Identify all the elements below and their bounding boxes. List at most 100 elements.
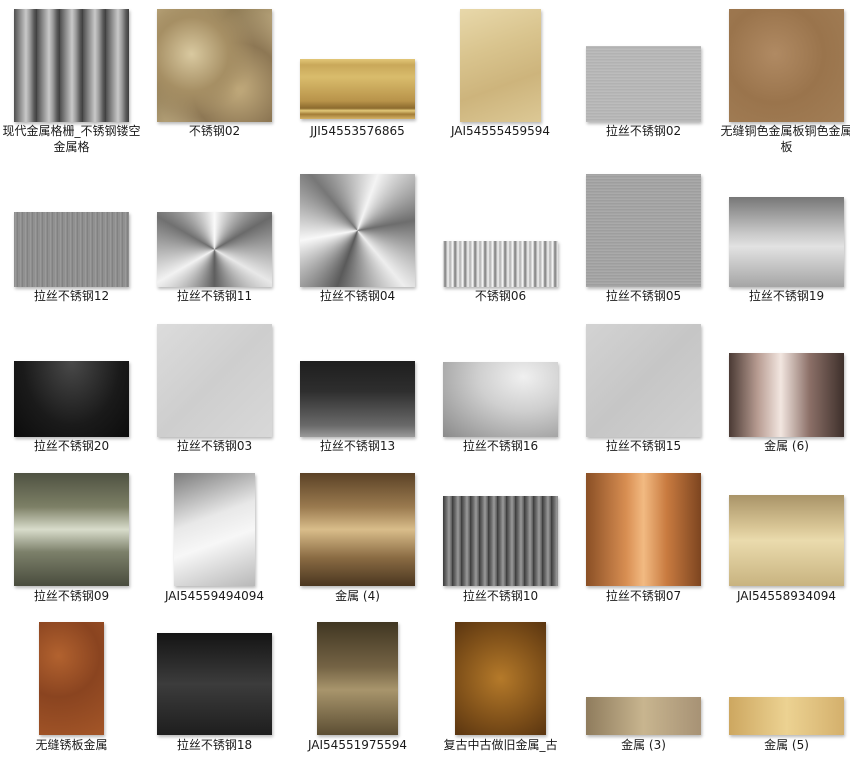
file-thumbnail[interactable] <box>586 174 701 287</box>
file-thumbnail[interactable] <box>174 473 255 586</box>
file-thumbnail[interactable] <box>14 361 129 437</box>
file-item[interactable]: 拉丝不锈钢04 <box>286 165 429 313</box>
thumbnail-frame <box>572 165 715 287</box>
file-name-label[interactable]: 不锈钢02 <box>143 123 286 139</box>
file-name-label[interactable]: 复古中古做旧金属_古 <box>429 737 572 753</box>
file-item[interactable]: 金属 (3) <box>572 614 715 762</box>
file-name-label[interactable]: JAI54551975594 <box>286 737 429 753</box>
file-thumbnail[interactable] <box>586 46 701 122</box>
file-name-label[interactable]: 拉丝不锈钢03 <box>143 438 286 454</box>
file-item[interactable]: 无缝锈板金属 <box>0 614 143 762</box>
file-item[interactable]: 金属 (6) <box>715 315 850 463</box>
file-item[interactable]: 无缝铜色金属板铜色金属板 <box>715 0 850 154</box>
file-name-label[interactable]: 金属 (5) <box>715 737 850 753</box>
thumbnail-frame <box>143 315 286 437</box>
file-thumbnail[interactable] <box>14 9 129 122</box>
file-item[interactable]: 不锈钢02 <box>143 0 286 148</box>
file-thumbnail[interactable] <box>586 324 701 437</box>
thumbnail-frame <box>0 165 143 287</box>
file-thumbnail[interactable] <box>586 697 701 735</box>
thumbnail-frame <box>143 165 286 287</box>
file-thumbnail[interactable] <box>729 353 844 437</box>
file-thumbnail[interactable] <box>39 622 104 735</box>
file-name-label[interactable]: 金属 (3) <box>572 737 715 753</box>
file-name-label[interactable]: 拉丝不锈钢10 <box>429 588 572 604</box>
file-item[interactable]: 现代金属格栅_不锈钢镂空金属格 <box>0 0 143 154</box>
file-name-label[interactable]: JJI54553576865 <box>286 123 429 139</box>
file-item[interactable]: JAI54558934094 <box>715 465 850 613</box>
file-item[interactable]: 拉丝不锈钢19 <box>715 165 850 313</box>
file-name-label[interactable]: 拉丝不锈钢04 <box>286 288 429 304</box>
file-name-label[interactable]: 拉丝不锈钢12 <box>0 288 143 304</box>
file-item[interactable]: 拉丝不锈钢16 <box>429 315 572 463</box>
file-name-label[interactable]: 拉丝不锈钢05 <box>572 288 715 304</box>
file-thumbnail[interactable] <box>443 496 558 586</box>
file-item[interactable]: 拉丝不锈钢02 <box>572 0 715 148</box>
file-thumbnail[interactable] <box>729 697 844 735</box>
file-name-label[interactable]: 现代金属格栅_不锈钢镂空金属格 <box>0 123 143 155</box>
file-thumbnail[interactable] <box>300 473 415 586</box>
file-thumbnail[interactable] <box>14 212 129 287</box>
file-name-label[interactable]: 拉丝不锈钢16 <box>429 438 572 454</box>
file-item[interactable]: 拉丝不锈钢18 <box>143 614 286 762</box>
file-item[interactable]: 拉丝不锈钢11 <box>143 165 286 313</box>
file-name-label[interactable]: JAI54558934094 <box>715 588 850 604</box>
file-thumbnail[interactable] <box>455 622 546 735</box>
file-item[interactable]: JAI54555459594 <box>429 0 572 148</box>
file-name-label[interactable]: 无缝铜色金属板铜色金属板 <box>715 123 850 155</box>
file-item[interactable]: 复古中古做旧金属_古 <box>429 614 572 762</box>
thumbnail-frame <box>715 315 850 437</box>
file-name-label[interactable]: 拉丝不锈钢09 <box>0 588 143 604</box>
file-item[interactable]: 不锈钢06 <box>429 165 572 313</box>
file-item[interactable]: 金属 (4) <box>286 465 429 613</box>
file-item[interactable]: 拉丝不锈钢05 <box>572 165 715 313</box>
file-name-label[interactable]: 无缝锈板金属 <box>0 737 143 753</box>
file-item[interactable]: 拉丝不锈钢20 <box>0 315 143 463</box>
file-name-label[interactable]: 拉丝不锈钢11 <box>143 288 286 304</box>
file-thumbnail[interactable] <box>157 633 272 735</box>
file-thumbnail[interactable] <box>157 324 272 437</box>
file-thumbnail[interactable] <box>443 241 558 287</box>
file-thumbnail[interactable] <box>460 9 541 122</box>
file-name-label[interactable]: 金属 (6) <box>715 438 850 454</box>
thumbnail-frame <box>429 465 572 587</box>
file-name-label[interactable]: 拉丝不锈钢02 <box>572 123 715 139</box>
file-thumbnail[interactable] <box>586 473 701 586</box>
file-thumbnail[interactable] <box>157 212 272 287</box>
file-name-label[interactable]: 拉丝不锈钢15 <box>572 438 715 454</box>
file-thumbnail[interactable] <box>317 622 398 735</box>
file-thumbnail[interactable] <box>157 9 272 122</box>
thumbnail-frame <box>286 315 429 437</box>
file-name-label[interactable]: 不锈钢06 <box>429 288 572 304</box>
file-item[interactable]: JJI54553576865 <box>286 0 429 148</box>
file-name-label[interactable]: 拉丝不锈钢07 <box>572 588 715 604</box>
file-thumbnail[interactable] <box>300 174 415 287</box>
file-thumbnail[interactable] <box>729 9 844 122</box>
file-thumbnail[interactable] <box>300 59 415 119</box>
file-item[interactable]: JAI54559494094 <box>143 465 286 613</box>
file-thumbnail[interactable] <box>300 361 415 437</box>
file-name-label[interactable]: 拉丝不锈钢20 <box>0 438 143 454</box>
file-name-label[interactable]: 拉丝不锈钢19 <box>715 288 850 304</box>
file-item[interactable]: 拉丝不锈钢12 <box>0 165 143 313</box>
file-thumbnail[interactable] <box>443 362 558 437</box>
file-thumbnail[interactable] <box>729 495 844 586</box>
file-item[interactable]: 拉丝不锈钢13 <box>286 315 429 463</box>
file-name-label[interactable]: JAI54555459594 <box>429 123 572 139</box>
file-name-label[interactable]: 拉丝不锈钢18 <box>143 737 286 753</box>
file-item[interactable]: JAI54551975594 <box>286 614 429 762</box>
file-thumbnail[interactable] <box>729 197 844 287</box>
file-item[interactable]: 拉丝不锈钢10 <box>429 465 572 613</box>
file-item[interactable]: 拉丝不锈钢15 <box>572 315 715 463</box>
file-item[interactable]: 拉丝不锈钢03 <box>143 315 286 463</box>
thumbnail-frame <box>286 0 429 122</box>
file-item[interactable]: 拉丝不锈钢09 <box>0 465 143 613</box>
file-name-label[interactable]: JAI54559494094 <box>143 588 286 604</box>
file-name-label[interactable]: 金属 (4) <box>286 588 429 604</box>
file-item[interactable]: 拉丝不锈钢07 <box>572 465 715 613</box>
file-name-label[interactable]: 拉丝不锈钢13 <box>286 438 429 454</box>
thumbnail-frame <box>143 614 286 736</box>
file-item[interactable]: 金属 (5) <box>715 614 850 762</box>
thumbnail-frame <box>429 0 572 122</box>
file-thumbnail[interactable] <box>14 473 129 586</box>
